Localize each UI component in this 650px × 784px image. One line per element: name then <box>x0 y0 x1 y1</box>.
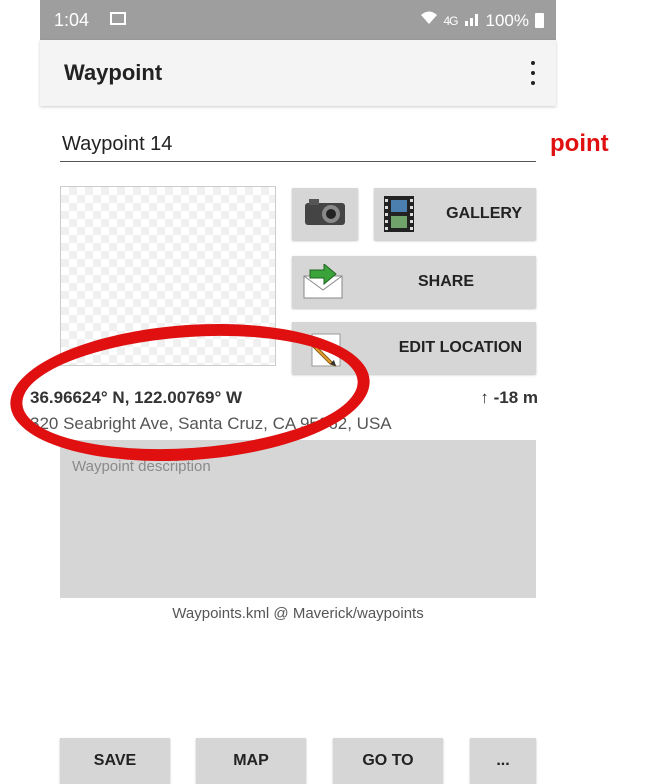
share-label: SHARE <box>417 273 474 290</box>
save-label: SAVE <box>93 752 137 769</box>
status-indicators: 4G 100% <box>420 10 544 31</box>
photo-placeholder[interactable] <box>60 186 276 366</box>
more-vert-icon[interactable] <box>528 58 538 88</box>
camera-icon <box>303 197 347 232</box>
network-type: 4G <box>443 13 459 28</box>
overlay-fragment-text: point <box>550 130 609 157</box>
status-time: 1:04 <box>54 10 90 30</box>
save-button[interactable]: SAVE <box>60 738 170 784</box>
goto-label: GO TO <box>362 752 414 769</box>
elevation-text: ↑ -18 m <box>480 388 538 407</box>
waypoint-description-field[interactable] <box>60 440 536 598</box>
share-envelope-icon <box>302 262 344 305</box>
edit-pencil-icon <box>302 330 344 373</box>
waypoint-name-field[interactable] <box>60 132 536 162</box>
gallery-film-icon <box>384 196 414 237</box>
page-title: Waypoint <box>64 60 163 85</box>
share-button[interactable]: SHARE <box>292 256 536 308</box>
goto-button[interactable]: GO TO <box>333 738 443 784</box>
more-button[interactable]: ... <box>470 738 536 784</box>
wifi-icon <box>420 10 438 31</box>
battery-icon <box>535 13 544 28</box>
camera-button[interactable] <box>292 188 358 240</box>
map-label: MAP <box>233 752 269 769</box>
status-bar: 1:04 4G 100% <box>40 0 556 40</box>
more-label: ... <box>496 752 510 769</box>
battery-percent: 100% <box>485 10 529 30</box>
address-text: 320 Seabright Ave, Santa Cruz, CA 95062,… <box>30 414 392 433</box>
signal-icon <box>464 11 480 31</box>
map-button[interactable]: MAP <box>196 738 306 784</box>
gallery-label: GALLERY <box>446 205 522 222</box>
file-info-text: Waypoints.kml @ Maverick/waypoints <box>172 605 424 622</box>
gallery-button[interactable]: GALLERY <box>374 188 536 240</box>
edit-location-button[interactable]: EDIT LOCATION <box>292 322 536 374</box>
image-icon <box>110 12 126 25</box>
coordinates-text: 36.96624° N, 122.00769° W <box>30 388 243 407</box>
edit-location-label: EDIT LOCATION <box>398 339 522 356</box>
app-bar: Waypoint <box>40 40 556 106</box>
